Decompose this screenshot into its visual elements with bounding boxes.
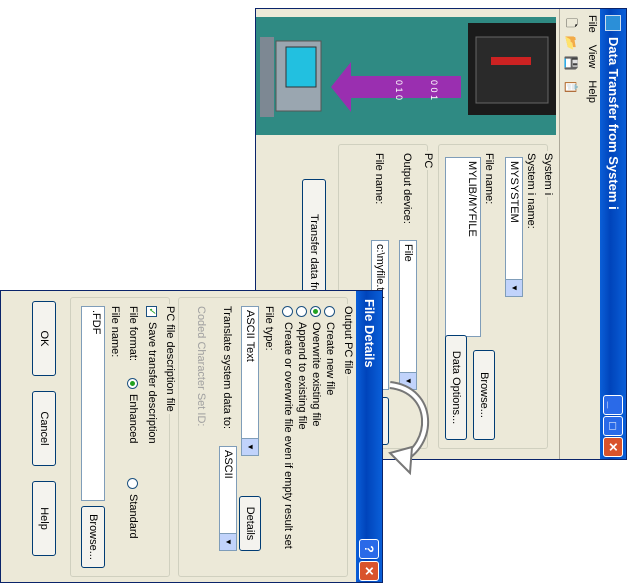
radio-standard[interactable] — [127, 478, 138, 489]
new-icon[interactable]: 🗋 — [563, 15, 579, 31]
menubar: FileViewHelp — [582, 9, 600, 459]
file-type-select[interactable]: ASCII Text ▼ — [241, 306, 259, 456]
radio-create-overwrite[interactable] — [282, 306, 293, 317]
radio-create-new-label: Create new file — [324, 322, 336, 396]
file-format-label: File format: — [127, 306, 139, 362]
main-window-title: Data Transfer from System i — [606, 37, 621, 210]
radio-overwrite[interactable] — [310, 306, 321, 317]
desc-file-name-field[interactable]: .FDF — [81, 306, 105, 501]
toolbar: 🗋 📂 💾 📋 — [559, 9, 582, 459]
cancel-button[interactable]: Cancel — [32, 391, 56, 466]
desc-file-name-label: File name: — [109, 306, 121, 358]
save-transfer-checkbox[interactable]: ✓ — [146, 306, 157, 317]
main-titlebar[interactable]: Data Transfer from System i _ □ ✕ — [600, 9, 626, 459]
save-icon[interactable]: 💾 — [563, 55, 579, 71]
output-pc-file-group: Output PC file Create new file Overwrite… — [178, 297, 354, 577]
banner-illustration: 0 0 1 0 1 0 — [260, 23, 556, 117]
file-details-dialog: File Details ? ✕ Output PC file Create n… — [0, 290, 383, 583]
radio-create-overwrite-label: Create or overwrite file even if empty r… — [282, 322, 294, 549]
system-group-title: System i — [542, 151, 554, 198]
radio-overwrite-label: Overwrite existing file — [310, 322, 322, 427]
radio-append-label: Append to existing file — [296, 322, 308, 430]
output-group-title: Output PC file — [342, 304, 354, 377]
pc-file-name-label: File name: — [373, 153, 385, 205]
translate-label: Translate system data to: — [221, 306, 233, 430]
menu-view[interactable]: View — [584, 39, 600, 75]
maximize-icon[interactable]: □ — [603, 416, 623, 436]
minimize-icon[interactable]: _ — [603, 395, 623, 415]
close-icon[interactable]: ✕ — [603, 437, 623, 457]
system-group: System i System i name: MYSYSTEM ▼ File … — [438, 144, 554, 449]
browse-button[interactable]: Browse... — [473, 350, 495, 440]
standard-label: Standard — [127, 494, 139, 539]
radio-enhanced[interactable] — [127, 378, 138, 389]
pc-file-description-group: PC file description file ✓ Save transfer… — [70, 297, 176, 577]
file-name-label: File name: — [483, 153, 495, 205]
desc-group-title: PC file description file — [164, 304, 176, 414]
properties-icon[interactable]: 📋 — [563, 79, 579, 95]
translate-select[interactable]: ASCII ▼ — [219, 446, 237, 551]
output-device-label: Output device: — [401, 153, 413, 224]
chevron-down-icon[interactable]: ▼ — [506, 279, 522, 296]
app-icon — [605, 15, 621, 31]
dialog-titlebar[interactable]: File Details ? ✕ — [356, 291, 382, 582]
file-type-details-button[interactable]: Details — [239, 496, 261, 551]
output-device-select[interactable]: File ▼ — [399, 240, 417, 390]
file-type-label: File type: — [263, 306, 275, 351]
help-icon[interactable]: ? — [359, 539, 379, 559]
radio-create-new[interactable] — [324, 306, 335, 317]
radio-append[interactable] — [296, 306, 307, 317]
transfer-banner-image: 0 0 1 0 1 0 — [256, 17, 556, 135]
file-name-field[interactable]: MYLIB/MYFILE — [445, 157, 481, 337]
svg-text:0 1 0: 0 1 0 — [394, 80, 404, 100]
chevron-down-icon[interactable]: ▼ — [220, 533, 236, 550]
ok-button[interactable]: OK — [32, 301, 56, 376]
menu-file[interactable]: File — [584, 9, 600, 39]
system-name-label: System i name: — [525, 153, 537, 229]
enhanced-label: Enhanced — [127, 394, 139, 444]
menu-help[interactable]: Help — [584, 74, 600, 109]
coded-charset-label: Coded Character Set ID: — [195, 306, 207, 427]
save-transfer-label: Save transfer description — [146, 322, 158, 444]
svg-text:0 0 1: 0 0 1 — [429, 80, 439, 100]
desc-browse-button[interactable]: Browse... — [81, 506, 105, 568]
chevron-down-icon[interactable]: ▼ — [242, 438, 258, 455]
dialog-title: File Details — [362, 299, 377, 368]
pc-group-title: PC — [422, 151, 434, 171]
open-icon[interactable]: 📂 — [563, 35, 579, 51]
help-button[interactable]: Help — [32, 481, 56, 556]
system-name-select[interactable]: MYSYSTEM ▼ — [505, 157, 523, 297]
close-icon[interactable]: ✕ — [359, 561, 379, 581]
data-options-button[interactable]: Data Options... — [445, 335, 467, 440]
callout-arrow-icon — [388, 381, 429, 476]
